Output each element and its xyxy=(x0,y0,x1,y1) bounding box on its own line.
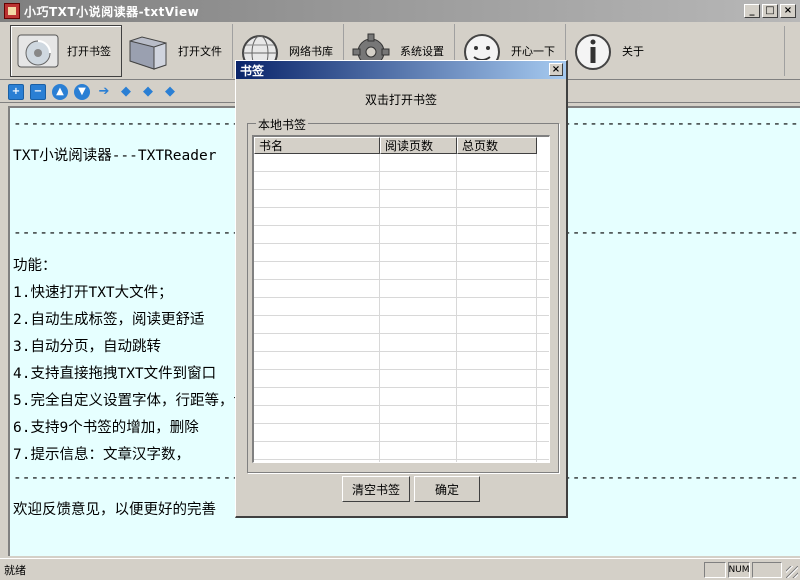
group-label: 本地书签 xyxy=(256,116,309,133)
arrow-up-icon[interactable]: ◆ xyxy=(162,84,178,100)
text-line: TXT小说阅读器---TXTReader xyxy=(13,148,217,164)
toolbar-separator xyxy=(784,25,785,76)
toolbar-label: 打开文件 xyxy=(178,44,222,58)
text-line: 3.自动分页，自动跳转 xyxy=(13,339,161,355)
add-icon[interactable]: + xyxy=(8,83,24,100)
bookmark-list[interactable]: 书名 阅读页数 总页数 xyxy=(252,135,550,463)
ok-button[interactable]: 确定 xyxy=(414,476,480,502)
window-title: 小巧TXT小说阅读器-txtView xyxy=(24,4,200,19)
toolbar-label: 开心一下 xyxy=(511,44,555,58)
status-panel xyxy=(752,562,782,578)
text-line: 4.支持直接拖拽TXT文件到窗口 xyxy=(13,366,217,382)
minimize-button[interactable]: _ xyxy=(744,4,760,18)
close-button[interactable]: × xyxy=(780,4,796,18)
toolbar-label: 关于 xyxy=(622,44,644,58)
column-divider xyxy=(536,154,537,462)
disc-drive-icon xyxy=(15,30,61,72)
column-divider xyxy=(456,154,457,462)
bookmark-dialog: 书签 × 双击打开书签 本地书签 书名 阅读页数 总页数 清空书签 确定 xyxy=(235,60,568,518)
text-line: 欢迎反馈意见，以便更好的完善 xyxy=(13,502,216,518)
folder-icon xyxy=(126,30,172,72)
maximize-button[interactable]: □ xyxy=(762,4,778,18)
open-bookmark-button[interactable]: 打开书签 xyxy=(10,24,122,77)
arrow-down-icon[interactable]: ◆ xyxy=(140,84,156,100)
num-lock-indicator: NUM xyxy=(728,562,750,578)
dialog-hint: 双击打开书签 xyxy=(364,93,437,107)
window-title-bar: 小巧TXT小说阅读器-txtView _ □ × xyxy=(0,0,800,22)
dialog-title: 书签 xyxy=(240,63,265,78)
column-header-pages-read[interactable]: 阅读页数 xyxy=(380,137,457,154)
column-divider xyxy=(379,154,380,462)
about-button[interactable]: 关于 xyxy=(566,24,654,78)
column-header-title[interactable]: 书名 xyxy=(254,137,380,154)
status-bar: 就绪 NUM xyxy=(0,558,800,580)
status-text: 就绪 xyxy=(4,563,26,577)
open-file-button[interactable]: 打开文件 xyxy=(122,23,233,78)
minus-icon[interactable]: − xyxy=(30,83,46,100)
text-line: 6.支持9个书签的增加，删除 xyxy=(13,420,199,436)
toolbar-label: 系统设置 xyxy=(400,44,444,58)
dialog-title-bar[interactable]: 书签 × xyxy=(236,61,566,79)
window-controls: _ □ × xyxy=(744,4,796,18)
dialog-close-button[interactable]: × xyxy=(549,63,563,76)
arrow-left-icon[interactable]: ◆ xyxy=(118,84,134,100)
down-circle-icon[interactable]: ▼ xyxy=(74,83,90,100)
text-line: 功能： xyxy=(13,258,57,274)
column-header-total-pages[interactable]: 总页数 xyxy=(457,137,537,154)
list-header: 书名 阅读页数 总页数 xyxy=(254,137,537,154)
up-circle-icon[interactable]: ▲ xyxy=(52,83,68,100)
list-rows xyxy=(254,154,549,462)
text-line: 7.提示信息：文章汉字数， xyxy=(13,447,190,463)
text-line: 2.自动生成标签，阅读更舒适 xyxy=(13,312,205,328)
arrow-right-icon[interactable]: ➔ xyxy=(96,84,112,100)
app-icon xyxy=(4,3,20,19)
resize-grip[interactable] xyxy=(786,566,798,578)
toolbar-label: 打开书签 xyxy=(67,44,111,58)
info-icon xyxy=(570,30,616,72)
text-line: 1.快速打开TXT大文件； xyxy=(13,285,173,301)
toolbar-label: 网络书库 xyxy=(289,44,333,58)
clear-bookmarks-button[interactable]: 清空书签 xyxy=(342,476,410,502)
status-panel xyxy=(704,562,726,578)
